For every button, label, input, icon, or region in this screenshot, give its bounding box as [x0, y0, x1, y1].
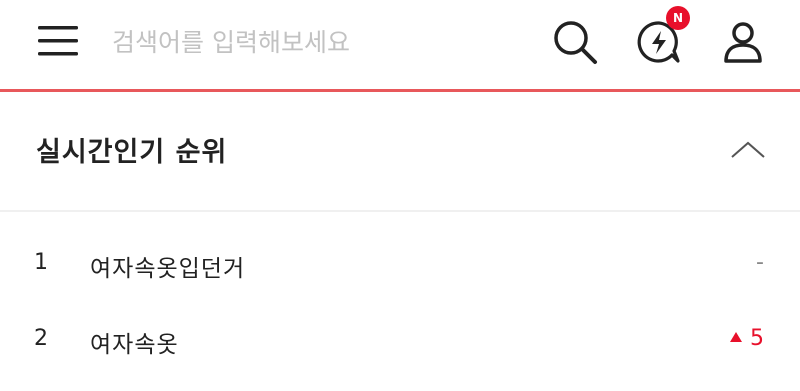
rank-up-icon	[730, 332, 742, 342]
search-button[interactable]	[550, 17, 600, 67]
ranking-title: 실시간인기 순위	[36, 137, 228, 168]
rank-number: 1	[34, 250, 48, 275]
ranking-item-1[interactable]: 1 여자속옷입던거 -	[0, 236, 800, 296]
rank-change: -	[756, 250, 764, 275]
rank-change: 5	[730, 326, 764, 351]
menu-button[interactable]	[38, 24, 78, 58]
ranking-item-2[interactable]: 2 여자속옷 5	[0, 312, 800, 372]
menu-icon	[38, 26, 78, 56]
rank-change-value: 5	[750, 326, 764, 351]
user-button[interactable]	[718, 17, 768, 67]
chevron-up-icon	[731, 141, 765, 158]
rank-number: 2	[34, 326, 48, 351]
search-input[interactable]	[112, 20, 532, 64]
collapse-button[interactable]	[728, 135, 768, 165]
top-header: N	[0, 0, 800, 92]
search-icon	[554, 21, 597, 64]
user-icon	[724, 22, 762, 63]
rank-keyword: 여자속옷	[90, 332, 179, 358]
alert-badge: N	[666, 6, 690, 30]
ranking-header: 실시간인기 순위	[0, 92, 800, 212]
rank-keyword: 여자속옷입던거	[90, 256, 246, 282]
